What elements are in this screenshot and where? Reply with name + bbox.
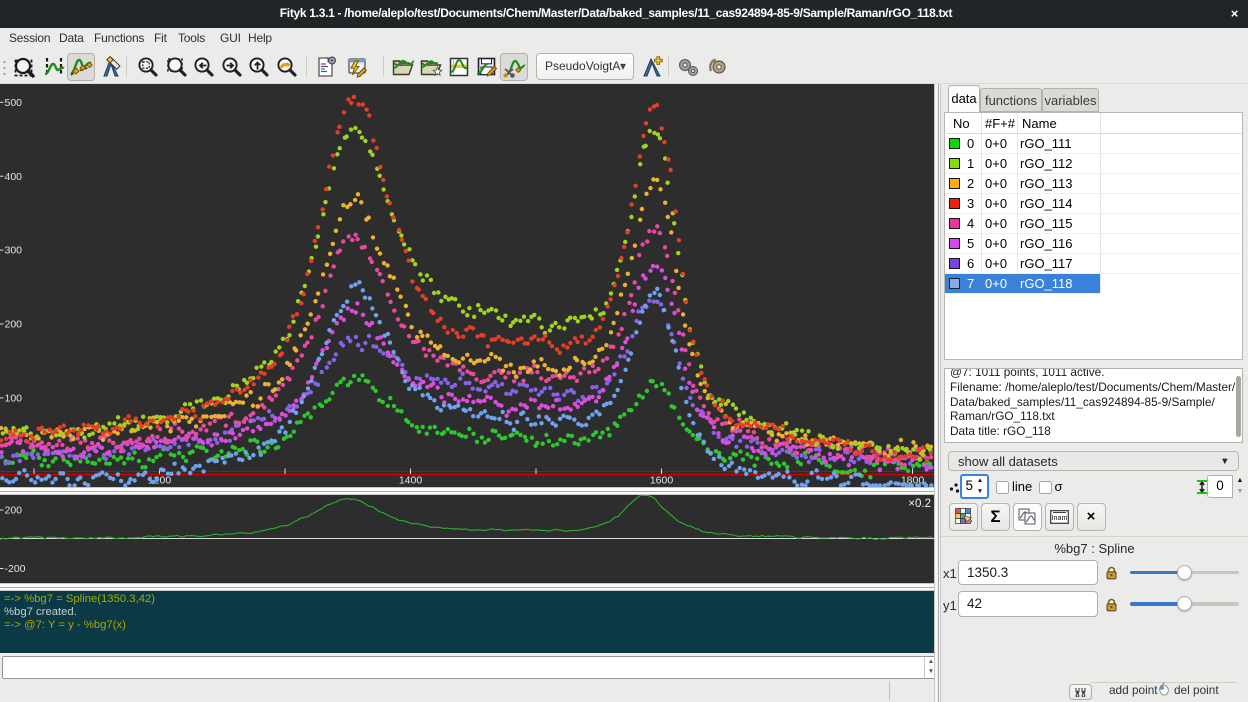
svg-text:×0.2: ×0.2	[908, 498, 931, 510]
svg-text:400: 400	[5, 171, 23, 183]
svg-text:200: 200	[5, 505, 23, 517]
svg-text:200: 200	[5, 319, 23, 331]
svg-text:1600: 1600	[650, 475, 674, 487]
svg-text:Inam: Inam	[1051, 513, 1067, 522]
svg-text:300: 300	[5, 245, 23, 257]
svg-text:100: 100	[5, 393, 23, 405]
svg-text:-200: -200	[5, 563, 26, 575]
svg-text:1200: 1200	[148, 475, 172, 487]
svg-text:1400: 1400	[399, 475, 423, 487]
svg-text:500: 500	[5, 97, 23, 109]
